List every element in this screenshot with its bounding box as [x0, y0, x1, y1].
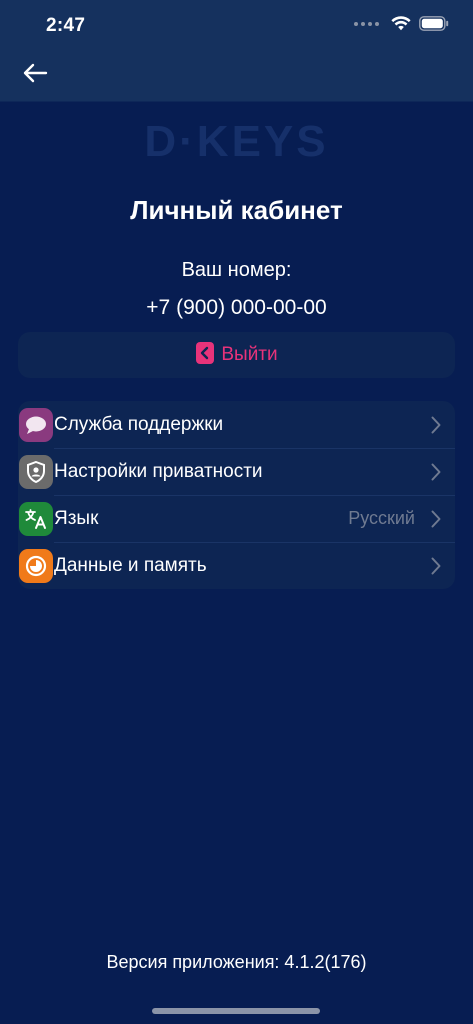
top-bar: 2:47	[0, 0, 473, 102]
back-button[interactable]	[18, 60, 52, 90]
status-indicators	[354, 16, 449, 31]
settings-item-value: Русский	[348, 508, 415, 528]
phone-label: Ваш номер:	[181, 259, 292, 281]
logout-label: Выйти	[221, 344, 278, 365]
chevron-right-icon	[431, 557, 441, 575]
storage-pie-icon	[19, 548, 53, 583]
settings-list: Служба поддержки Настройки приватности Я…	[18, 401, 455, 589]
settings-item-language[interactable]: Язык Русский	[18, 495, 455, 542]
chevron-right-icon	[431, 463, 441, 481]
settings-item-label: Данные и память	[54, 554, 207, 576]
app-logo: D·KEYS	[144, 117, 329, 166]
battery-icon	[419, 16, 449, 31]
shield-user-icon	[19, 454, 53, 489]
arrow-left-icon	[22, 63, 48, 88]
app-version: Версия приложения: 4.1.2(176)	[106, 952, 367, 972]
translate-icon	[19, 501, 53, 536]
logout-button[interactable]: Выйти	[18, 332, 455, 378]
cellular-signal-icon	[354, 21, 379, 26]
settings-item-label: Служба поддержки	[54, 413, 224, 435]
status-time: 2:47	[46, 15, 86, 36]
settings-item-data-storage[interactable]: Данные и память	[18, 542, 455, 589]
chevron-right-icon	[431, 416, 441, 434]
page-title: Личный кабинет	[130, 195, 343, 225]
wifi-icon	[391, 16, 411, 31]
home-indicator[interactable]	[152, 1008, 320, 1014]
chevron-right-icon	[431, 510, 441, 528]
profile-screen: 2:47 D·KEYS Личный кабинет Ваш номер: +7…	[0, 0, 473, 1024]
settings-item-label: Настройки приватности	[54, 460, 263, 482]
phone-number: +7 (900) 000-00-00	[146, 296, 327, 319]
logout-icon	[195, 341, 215, 370]
chat-bubble-icon	[19, 407, 53, 442]
settings-item-label: Язык	[54, 507, 99, 529]
settings-item-support[interactable]: Служба поддержки	[18, 401, 455, 448]
settings-item-privacy[interactable]: Настройки приватности	[18, 448, 455, 495]
